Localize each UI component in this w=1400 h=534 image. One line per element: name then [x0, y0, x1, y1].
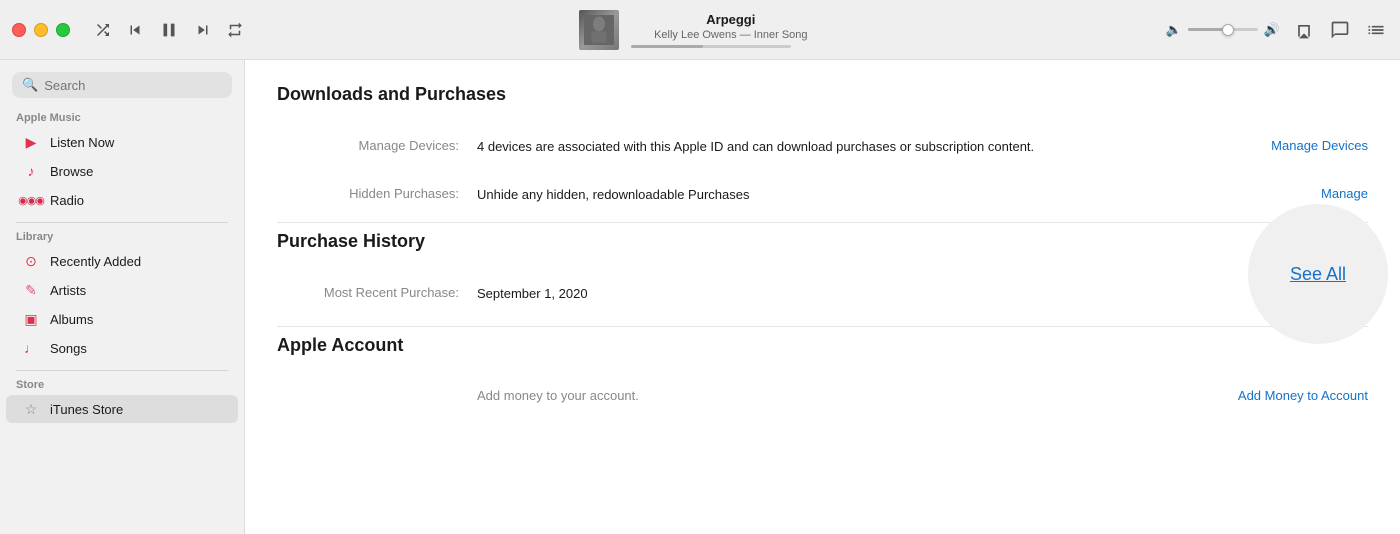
progress-fill [631, 45, 703, 48]
artists-icon: ✎ [22, 281, 40, 299]
sidebar-item-albums-label: Albums [50, 312, 93, 327]
albums-icon: ▣ [22, 310, 40, 328]
search-bar[interactable]: 🔍 [12, 72, 232, 98]
browse-icon: ♪ [22, 162, 40, 180]
sidebar-item-browse-label: Browse [50, 164, 93, 179]
track-title: Arpeggi [631, 12, 831, 27]
manage-devices-link[interactable]: Manage Devices [1231, 137, 1368, 153]
maximize-button[interactable] [56, 23, 70, 37]
traffic-lights [12, 23, 70, 37]
most-recent-purchase-label: Most Recent Purchase: [277, 284, 477, 300]
radio-icon: ◉◉◉ [22, 191, 40, 209]
sidebar-item-artists-label: Artists [50, 283, 86, 298]
see-all-bubble[interactable]: See All [1248, 204, 1388, 344]
volume-knob[interactable] [1222, 24, 1234, 36]
sidebar-item-songs-label: Songs [50, 341, 87, 356]
sidebar-item-albums[interactable]: ▣ Albums [6, 305, 238, 333]
airplay-button[interactable] [1292, 18, 1316, 42]
sidebar-item-radio-label: Radio [50, 193, 84, 208]
main-layout: 🔍 Apple Music ▶ Listen Now ♪ Browse ◉◉◉ … [0, 60, 1400, 534]
hidden-purchases-row: Hidden Purchases: Unhide any hidden, red… [277, 171, 1368, 219]
sidebar-item-listen-now-label: Listen Now [50, 135, 114, 150]
sidebar-item-itunes-store-label: iTunes Store [50, 402, 123, 417]
minimize-button[interactable] [34, 23, 48, 37]
shuffle-button[interactable] [94, 21, 112, 39]
sidebar-item-recently-added-label: Recently Added [50, 254, 141, 269]
listen-now-icon: ▶ [22, 133, 40, 151]
progress-bar-container[interactable] [631, 45, 831, 48]
library-label: Library [0, 231, 244, 243]
search-input[interactable] [44, 78, 222, 93]
sidebar-item-songs[interactable]: ♩ Songs [6, 334, 238, 362]
recently-added-icon: ⊙ [22, 252, 40, 270]
most-recent-purchase-row: Most Recent Purchase: September 1, 2020 [277, 270, 1368, 318]
apple-account-title: Apple Account [277, 335, 1368, 356]
sidebar-item-listen-now[interactable]: ▶ Listen Now [6, 128, 238, 156]
itunes-store-icon: ☆ [22, 400, 40, 418]
sidebar-item-itunes-store[interactable]: ☆ iTunes Store [6, 395, 238, 423]
search-icon: 🔍 [22, 77, 38, 93]
apple-account-section: Apple Account Add money to your account.… [277, 335, 1368, 417]
add-money-row: Add money to your account. Add Money to … [277, 374, 1368, 417]
volume-bar[interactable] [1188, 28, 1258, 31]
manage-devices-row: Manage Devices: 4 devices are associated… [277, 123, 1368, 171]
section-divider-1 [277, 222, 1368, 223]
now-playing-area: Arpeggi Kelly Lee Owens — Inner Song [244, 10, 1166, 50]
volume-control[interactable]: 🔈 🔊 [1166, 22, 1280, 38]
right-controls: 🔈 🔊 [1166, 18, 1388, 42]
purchase-history-title: Purchase History [277, 231, 1368, 252]
volume-high-icon: 🔊 [1264, 22, 1280, 38]
sidebar: 🔍 Apple Music ▶ Listen Now ♪ Browse ◉◉◉ … [0, 60, 245, 534]
manage-devices-label: Manage Devices: [277, 137, 477, 153]
manage-devices-value: 4 devices are associated with this Apple… [477, 137, 1231, 157]
apple-music-label: Apple Music [0, 112, 244, 124]
add-money-link[interactable]: Add Money to Account [1198, 388, 1368, 403]
track-info: Arpeggi Kelly Lee Owens — Inner Song [631, 12, 831, 48]
content-area: Downloads and Purchases Manage Devices: … [245, 60, 1400, 534]
previous-button[interactable] [126, 21, 144, 39]
album-art [579, 10, 619, 50]
pause-button[interactable] [158, 19, 180, 41]
songs-icon: ♩ [22, 339, 40, 357]
hidden-purchases-label: Hidden Purchases: [277, 185, 477, 201]
store-label: Store [0, 379, 244, 391]
manage-hidden-link[interactable]: Manage [1281, 185, 1368, 201]
sidebar-item-artists[interactable]: ✎ Artists [6, 276, 238, 304]
title-bar: Arpeggi Kelly Lee Owens — Inner Song 🔈 🔊 [0, 0, 1400, 60]
sidebar-item-recently-added[interactable]: ⊙ Recently Added [6, 247, 238, 275]
section-divider-2 [277, 326, 1368, 327]
sidebar-divider-2 [16, 370, 228, 371]
downloads-section-title: Downloads and Purchases [277, 84, 1368, 105]
progress-bar[interactable] [631, 45, 791, 48]
queue-button[interactable] [1364, 18, 1388, 42]
see-all-link[interactable]: See All [1290, 264, 1346, 285]
next-button[interactable] [194, 21, 212, 39]
close-button[interactable] [12, 23, 26, 37]
sidebar-item-radio[interactable]: ◉◉◉ Radio [6, 186, 238, 214]
playback-controls [94, 19, 244, 41]
lyrics-button[interactable] [1328, 18, 1352, 42]
volume-low-icon: 🔈 [1166, 22, 1182, 38]
add-money-value: Add money to your account. [477, 388, 1198, 403]
most-recent-purchase-value: September 1, 2020 [477, 284, 1208, 304]
sidebar-item-browse[interactable]: ♪ Browse [6, 157, 238, 185]
hidden-purchases-value: Unhide any hidden, redownloadable Purcha… [477, 185, 1281, 205]
track-artist: Kelly Lee Owens — Inner Song [631, 29, 831, 41]
repeat-button[interactable] [226, 21, 244, 39]
sidebar-divider-1 [16, 222, 228, 223]
